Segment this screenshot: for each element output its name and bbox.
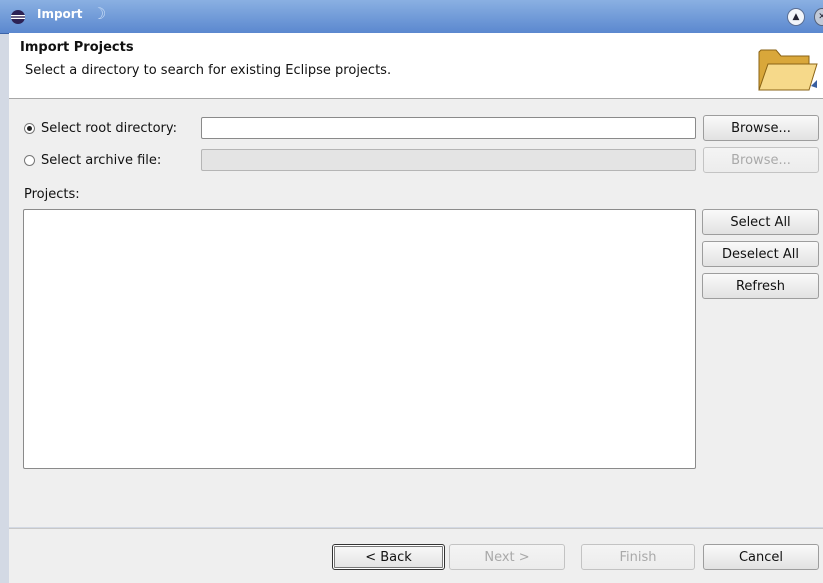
page-description: Select a directory to search for existin… (25, 63, 392, 78)
archive-file-radio[interactable] (24, 154, 35, 166)
projects-list[interactable] (23, 209, 696, 469)
close-button[interactable]: ✕ (814, 8, 823, 26)
browse-archive-button[interactable]: Browse... (703, 147, 819, 173)
select-all-button[interactable]: Select All (702, 209, 819, 235)
refresh-button[interactable]: Refresh (702, 273, 819, 299)
next-button[interactable]: Next > (449, 544, 565, 570)
root-directory-input[interactable] (202, 118, 695, 138)
minimize-button[interactable]: ▲ (787, 8, 805, 26)
cancel-button[interactable]: Cancel (703, 544, 819, 570)
root-directory-radio[interactable] (24, 122, 35, 134)
archive-file-field[interactable] (201, 149, 696, 171)
deselect-all-button[interactable]: Deselect All (702, 241, 819, 267)
page-title: Import Projects (20, 40, 134, 55)
swirl-icon: ☽ (92, 4, 107, 23)
window-title: Import (37, 7, 83, 21)
back-button[interactable]: < Back (332, 544, 445, 570)
eclipse-icon (11, 10, 25, 24)
wizard-header: Import Projects Select a directory to se… (9, 33, 823, 99)
archive-file-option[interactable]: Select archive file: (24, 149, 161, 171)
projects-label: Projects: (24, 187, 80, 202)
wizard-content: Select root directory: Browse... Select … (9, 99, 823, 527)
root-directory-label: Select root directory: (41, 120, 178, 136)
finish-button[interactable]: Finish (581, 544, 695, 570)
title-bar[interactable]: Import ☽ ▲ ✕ (0, 0, 823, 34)
root-directory-field[interactable] (201, 117, 696, 139)
archive-file-label: Select archive file: (41, 152, 162, 168)
wizard-buttons: < Back Next > Finish Cancel (9, 528, 823, 583)
archive-file-input[interactable] (202, 150, 695, 170)
folder-open-icon (758, 49, 818, 91)
root-directory-option[interactable]: Select root directory: (24, 117, 177, 139)
browse-root-button[interactable]: Browse... (703, 115, 819, 141)
